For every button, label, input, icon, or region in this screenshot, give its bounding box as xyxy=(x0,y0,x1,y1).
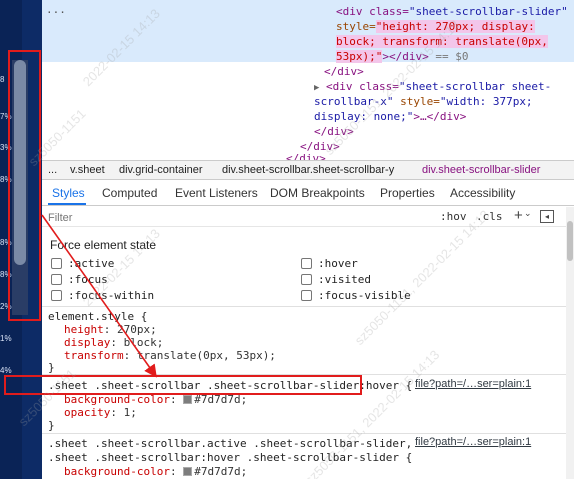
tab-event-listeners[interactable]: Event Listeners xyxy=(175,186,258,200)
dom-line[interactable]: </div> xyxy=(324,64,364,79)
css-property: transform xyxy=(64,349,124,362)
dom-line-selected[interactable]: <div class="sheet-scrollbar-slider" xyxy=(336,4,568,19)
css-declaration[interactable]: background-color: #7d7d7d; xyxy=(64,464,247,479)
css-value: #7d7d7d; xyxy=(194,465,248,478)
checkbox-focus-within[interactable] xyxy=(51,290,62,301)
css-property: background-color xyxy=(64,465,170,478)
styles-scrollbar-thumb[interactable] xyxy=(567,221,573,261)
checkbox-focus-visible[interactable] xyxy=(301,290,312,301)
checkbox-label: :hover xyxy=(318,257,358,270)
dom-line[interactable]: display: none;">…</div> xyxy=(314,109,466,124)
devtools-panel: ... <div class="sheet-scrollbar-slider" … xyxy=(42,0,574,479)
attr-name: style= xyxy=(393,95,440,108)
checkbox-label: :focus-visible xyxy=(318,289,411,302)
css-property: opacity xyxy=(64,406,111,419)
dom-line[interactable]: block; transform: translate(0px, xyxy=(336,34,548,49)
class-value: "sheet-scrollbar-slider" xyxy=(408,5,568,18)
new-rule-button[interactable]: + xyxy=(514,207,523,224)
tab-computed[interactable]: Computed xyxy=(102,186,157,200)
scrollbar-highlight-box xyxy=(8,50,41,321)
new-rule-dropdown-icon[interactable]: ⌄ xyxy=(524,208,532,219)
dom-line[interactable]: </div> xyxy=(314,124,354,139)
breadcrumb-item[interactable]: v.sheet xyxy=(70,164,105,176)
tag-text: >…</div> xyxy=(413,110,467,123)
css-declaration[interactable]: transform: translate(0px, 53px); xyxy=(64,348,276,363)
tab-dom-breakpoints[interactable]: DOM Breakpoints xyxy=(270,186,365,200)
tag-text: <div class= xyxy=(326,80,399,93)
checkbox-label: :active xyxy=(68,257,115,270)
hover-rule-highlight-box xyxy=(4,375,362,395)
force-state-title: Force element state xyxy=(50,238,157,252)
rule-close-brace: } xyxy=(48,419,55,432)
toggle-sidebar-icon[interactable]: ◂ xyxy=(540,210,554,223)
checkbox-label: :visited xyxy=(318,273,371,286)
cls-toggle[interactable]: .cls xyxy=(476,210,503,223)
css-value: translate(0px, 53px); xyxy=(136,349,276,362)
checkbox-label: :focus xyxy=(68,273,108,286)
breadcrumb-item[interactable]: div.grid-container xyxy=(119,164,203,176)
breadcrumb-item-active[interactable]: div.sheet-scrollbar-slider xyxy=(422,164,540,176)
dom-line[interactable]: style="height: 270px; display: xyxy=(336,19,535,34)
percent-label: 1% xyxy=(0,334,12,343)
tab-accessibility[interactable]: Accessibility xyxy=(450,186,515,200)
class-value: "sheet-scrollbar sheet- xyxy=(398,80,552,93)
checkbox-label: :focus-within xyxy=(68,289,155,302)
stylesheet-link[interactable]: file?path=/…ser=plain:1 xyxy=(415,436,531,448)
styles-filter-input[interactable] xyxy=(48,210,248,225)
dom-line[interactable]: scrollbar-x" style="width: 377px; xyxy=(314,94,533,109)
class-value: scrollbar-x" xyxy=(314,95,394,108)
tab-properties[interactable]: Properties xyxy=(380,186,435,200)
active-rule-selector[interactable]: .sheet .sheet-scrollbar:hover .sheet-scr… xyxy=(48,450,412,465)
color-swatch[interactable] xyxy=(183,467,193,476)
active-tab-indicator xyxy=(48,203,86,205)
expand-triangle-icon[interactable]: ▶ xyxy=(314,83,319,93)
divider xyxy=(42,433,574,434)
attr-name: style= xyxy=(336,20,376,33)
style-value: block; transform: translate(0px, xyxy=(336,35,548,48)
percent-label: 4% xyxy=(0,366,12,375)
elements-tree: ... <div class="sheet-scrollbar-slider" … xyxy=(42,0,574,165)
tab-styles[interactable]: Styles xyxy=(52,186,85,200)
checkbox-focus[interactable] xyxy=(51,274,62,285)
breadcrumb: ... v.sheet div.grid-container div.sheet… xyxy=(42,160,574,180)
dom-line[interactable]: 53px);"></div> == $0 xyxy=(336,49,468,64)
checkbox-visited[interactable] xyxy=(301,274,312,285)
stylesheet-link[interactable]: file?path=/…ser=plain:1 xyxy=(415,378,531,390)
breadcrumb-item[interactable]: div.sheet-scrollbar.sheet-scrollbar-y xyxy=(222,164,394,176)
style-value: "width: 377px; xyxy=(439,95,533,108)
hov-toggle[interactable]: :hov xyxy=(440,210,467,223)
tag-text: ></div> xyxy=(382,50,429,63)
selected-marker: == $0 xyxy=(428,50,469,63)
sidebar-tabs: Styles Computed Event Listeners DOM Brea… xyxy=(42,181,574,206)
styles-scrollbar[interactable] xyxy=(566,207,574,479)
active-rule-selector[interactable]: .sheet .sheet-scrollbar.active .sheet-sc… xyxy=(48,436,412,451)
checkbox-hover[interactable] xyxy=(301,258,312,269)
rule-close-brace: } xyxy=(48,361,55,374)
divider xyxy=(42,306,574,307)
css-declaration[interactable]: opacity: 1; xyxy=(64,405,137,420)
css-value: 1; xyxy=(123,406,137,419)
color-swatch[interactable] xyxy=(183,395,193,404)
node-ellipsis[interactable]: ... xyxy=(46,2,66,17)
styles-toolbar: :hov .cls + ⌄ ◂ xyxy=(42,207,574,227)
breadcrumb-item[interactable]: ... xyxy=(48,164,57,176)
style-value: display: none;" xyxy=(314,110,414,123)
style-value: 53px);" xyxy=(336,50,383,63)
checkbox-active[interactable] xyxy=(51,258,62,269)
tag-text: <div class= xyxy=(336,5,409,18)
style-value: "height: 270px; display: xyxy=(375,20,535,33)
